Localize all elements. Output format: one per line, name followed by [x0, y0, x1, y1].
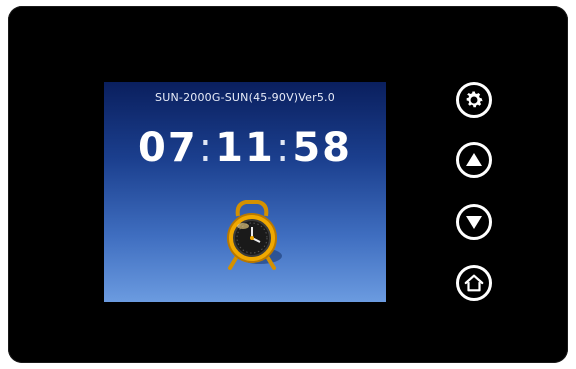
time-hours: 07 — [138, 125, 198, 171]
up-arrow-icon — [466, 153, 482, 166]
time-seconds: 58 — [292, 125, 352, 171]
time-minutes: 11 — [215, 125, 275, 171]
gear-icon — [466, 91, 483, 108]
down-button[interactable] — [456, 204, 492, 240]
down-arrow-icon — [466, 216, 482, 229]
home-button[interactable] — [456, 265, 492, 301]
time-separator: : — [275, 125, 292, 171]
time-display: 07:11:58 — [104, 128, 386, 168]
device-bezel: SUN-2000G-SUN(45-90V)Ver5.0 07:11:58 — [8, 6, 568, 363]
time-separator: : — [198, 125, 215, 171]
settings-button[interactable] — [456, 82, 492, 118]
lcd-screen: SUN-2000G-SUN(45-90V)Ver5.0 07:11:58 — [104, 82, 386, 302]
home-icon — [464, 274, 484, 292]
model-version-label: SUN-2000G-SUN(45-90V)Ver5.0 — [155, 91, 335, 104]
up-button[interactable] — [456, 142, 492, 178]
alarm-clock-icon — [227, 200, 282, 270]
